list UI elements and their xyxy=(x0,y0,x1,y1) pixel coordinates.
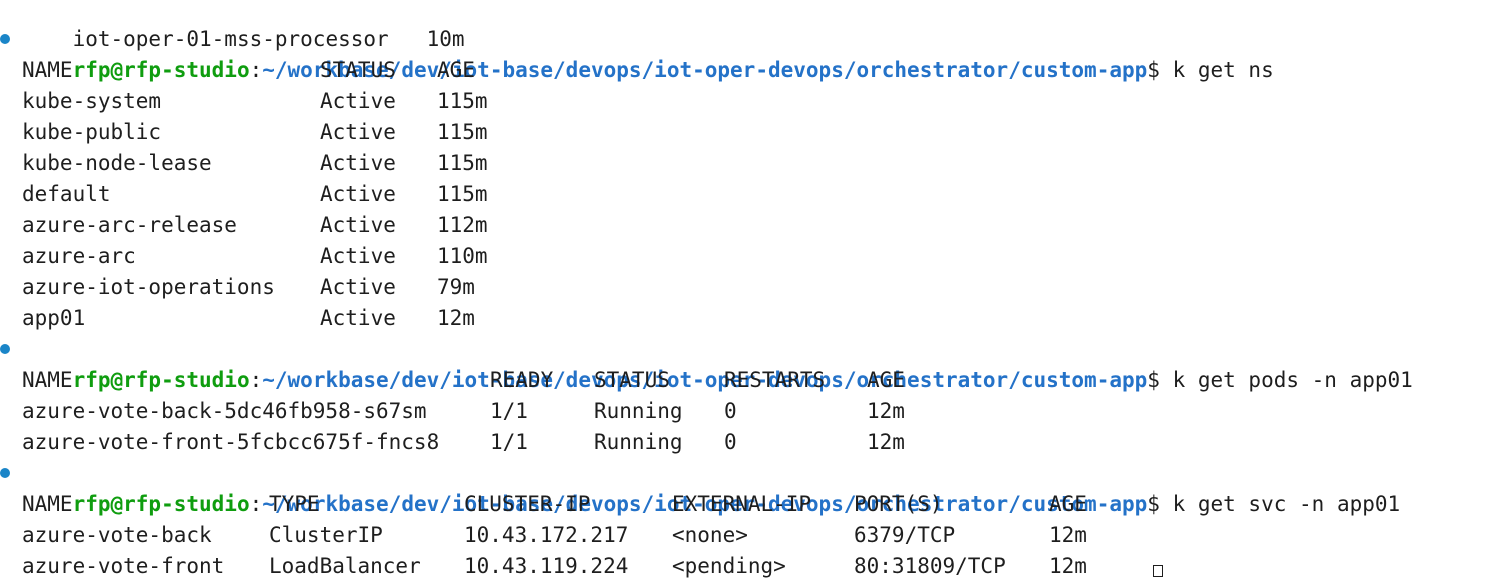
table-cell: ClusterIP xyxy=(269,523,383,547)
table-row: azure-arc Active 110m xyxy=(0,241,1486,272)
prompt-line: rfp@rfp-studio:~/workbase/dev/iot-base/d… xyxy=(0,334,1486,392)
prompt-line: rfp@rfp-studio:~/workbase/dev/iot-base/d… xyxy=(0,24,1486,82)
table-cell: 10.43.172.217 xyxy=(464,523,629,547)
column-header: STATUS xyxy=(594,368,670,392)
command-indicator-dot-icon[interactable] xyxy=(0,344,10,354)
table-header: NAME READY STATUS RESTARTS AGE xyxy=(0,365,1486,396)
table-row: azure-iot-operations Active 79m xyxy=(0,272,1486,303)
table-cell: azure-vote-front-5fcbcc675f-fncs8 xyxy=(22,430,440,454)
column-header: AGE xyxy=(867,368,905,392)
table-cell: Running xyxy=(594,430,683,454)
truncated-line: iot-oper-01-mss-processor 10m xyxy=(0,0,1486,51)
table-header: NAME TYPE CLUSTER-IP EXTERNAL-IP PORT(S) AGE xyxy=(0,489,1486,520)
table-cell: Running xyxy=(594,399,683,423)
table-row: azure-vote-back-5dc46fb958-s67sm 1/1 Runni… xyxy=(0,396,1486,427)
table-cell: azure-arc-release xyxy=(22,213,237,237)
table-cell: 1/1 xyxy=(490,430,528,454)
table-cell: 1/1 xyxy=(490,399,528,423)
table-cell: Active xyxy=(320,182,396,206)
table-cell: 12m xyxy=(867,399,905,423)
column-header: RESTARTS xyxy=(724,368,826,392)
table-cell: Active xyxy=(320,244,396,268)
terminal-output[interactable]: iot-oper-01-mss-processor 10m rfp@rfp-st… xyxy=(0,0,1486,582)
column-header: NAME xyxy=(22,368,73,392)
command-indicator-dot-icon[interactable] xyxy=(0,468,10,478)
column-header: NAME xyxy=(22,58,73,82)
table-cell: azure-iot-operations xyxy=(22,275,275,299)
column-header: READY xyxy=(490,368,554,392)
table-cell: 79m xyxy=(437,275,475,299)
column-header: AGE xyxy=(437,58,475,82)
table-row: kube-system Active 115m xyxy=(0,86,1486,117)
terminal-cursor xyxy=(1153,565,1163,577)
table-row: azure-arc-release Active 112m xyxy=(0,210,1486,241)
table-row: azure-vote-front LoadBalancer 10.43.119.22… xyxy=(0,551,1486,582)
table-row: kube-public Active 115m xyxy=(0,117,1486,148)
column-header: NAME xyxy=(22,492,73,516)
table-cell: 80:31809/TCP xyxy=(854,554,1006,578)
table-cell: default xyxy=(22,182,111,206)
table-cell: azure-arc xyxy=(22,244,136,268)
table-cell: 0 xyxy=(724,430,737,454)
column-header: AGE xyxy=(1049,492,1087,516)
table-cell: azure-vote-back xyxy=(22,523,212,547)
column-header: TYPE xyxy=(269,492,320,516)
column-header: PORT(S) xyxy=(854,492,943,516)
prompt-line: rfp@rfp-studio:~/workbase/dev/iot-base/d… xyxy=(0,458,1486,516)
table-row: kube-node-lease Active 115m xyxy=(0,148,1486,179)
table-cell: 12m xyxy=(867,430,905,454)
table-cell: 115m xyxy=(437,182,488,206)
table-row: azure-vote-back ClusterIP 10.43.172.217 <no… xyxy=(0,520,1486,551)
table-cell: Active xyxy=(320,89,396,113)
column-header: STATUS xyxy=(320,58,396,82)
table-cell: Active xyxy=(320,306,396,330)
table-cell: <pending> xyxy=(672,554,786,578)
table-cell: 0 xyxy=(724,399,737,423)
table-cell: kube-system xyxy=(22,89,162,113)
table-cell: 6379/TCP xyxy=(854,523,956,547)
table-cell: kube-public xyxy=(22,120,162,144)
table-cell: 12m xyxy=(1049,554,1087,578)
table-cell: azure-vote-back-5dc46fb958-s67sm xyxy=(22,399,427,423)
column-header: EXTERNAL-IP xyxy=(672,492,812,516)
table-cell: 12m xyxy=(1049,523,1087,547)
table-row: app01 Active 12m xyxy=(0,303,1486,334)
table-row: default Active 115m xyxy=(0,179,1486,210)
table-cell: Active xyxy=(320,120,396,144)
table-row: azure-vote-front-5fcbcc675f-fncs8 1/1 Runn… xyxy=(0,427,1486,458)
table-header: NAME STATUS AGE xyxy=(0,55,1486,86)
table-cell: 115m xyxy=(437,151,488,175)
table-cell: 12m xyxy=(437,306,475,330)
command-indicator-dot-icon[interactable] xyxy=(0,34,10,44)
table-cell: Active xyxy=(320,275,396,299)
table-cell: 115m xyxy=(437,120,488,144)
table-cell: <none> xyxy=(672,523,748,547)
table-cell: app01 xyxy=(22,306,86,330)
table-cell: LoadBalancer xyxy=(269,554,421,578)
table-cell: kube-node-lease xyxy=(22,151,212,175)
table-cell: azure-vote-front xyxy=(22,554,225,578)
table-cell: 110m xyxy=(437,244,488,268)
column-header: CLUSTER-IP xyxy=(464,492,591,516)
table-cell: 115m xyxy=(437,89,488,113)
table-cell: 10.43.119.224 xyxy=(464,554,629,578)
table-cell: Active xyxy=(320,213,396,237)
table-cell: Active xyxy=(320,151,396,175)
table-cell: 112m xyxy=(437,213,488,237)
